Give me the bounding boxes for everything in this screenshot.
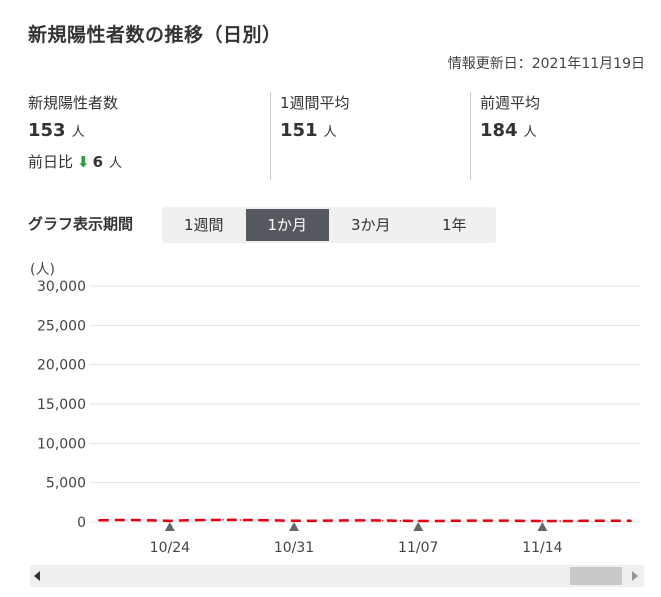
data-point — [240, 519, 242, 521]
data-point — [293, 519, 295, 522]
horizontal-scrollbar[interactable] — [30, 565, 644, 587]
data-point — [630, 519, 632, 522]
scroll-left-icon[interactable] — [34, 571, 40, 581]
stat-new-cases-unit: 人 — [71, 125, 85, 140]
x-tick-marker — [537, 522, 548, 531]
stat-diff: 前日比 ⬇ 6 人 — [28, 152, 270, 174]
data-point — [346, 519, 349, 522]
stat-weekly-average-value: 151 — [280, 120, 318, 141]
stat-new-cases: 新規陽性者数 153 人 前日比 ⬇ 6 人 — [28, 92, 270, 180]
period-button-1-week[interactable]: 1週間 — [162, 209, 246, 241]
data-point — [381, 519, 384, 522]
period-button-1-year[interactable]: 1年 — [413, 209, 497, 241]
y-axis-unit: (人) — [30, 262, 55, 278]
data-point — [470, 519, 473, 522]
update-date: 情報更新日：2021年11月19日 — [447, 56, 645, 72]
data-point — [541, 520, 544, 522]
y-tick-label: 0 — [77, 515, 86, 531]
page-title: 新規陽性者数の推移（日別） — [28, 24, 282, 46]
data-point — [364, 519, 366, 522]
data-point — [115, 519, 118, 521]
data-point — [328, 519, 331, 522]
stat-weekly-average-unit: 人 — [323, 125, 337, 140]
data-point — [417, 520, 420, 522]
scroll-right-icon[interactable] — [632, 571, 638, 581]
period-button-group: 1週間 1か月 3か月 1年 — [162, 207, 496, 243]
data-point — [577, 520, 579, 522]
data-point — [612, 519, 615, 522]
series-layer — [98, 518, 632, 523]
y-tick-label: 20,000 — [37, 358, 86, 374]
x-tick-label: 10/24 — [150, 540, 190, 556]
y-tick-label: 5,000 — [46, 476, 86, 492]
data-point — [399, 519, 402, 522]
data-point — [169, 520, 171, 522]
x-tick-label: 11/07 — [398, 540, 438, 556]
x-tick-marker — [164, 522, 175, 531]
period-label: グラフ表示期間 — [28, 215, 134, 233]
stat-prev-week-average-unit: 人 — [523, 125, 537, 140]
x-tick-label: 11/14 — [522, 540, 562, 556]
stat-prev-week-average: 前週平均 184 人 — [470, 92, 648, 180]
down-arrow-icon: ⬇ — [77, 153, 90, 171]
period-button-1-month[interactable]: 1か月 — [245, 209, 329, 241]
y-tick-label: 25,000 — [37, 318, 86, 334]
data-point — [594, 519, 597, 522]
gridlines — [90, 285, 640, 523]
stat-prev-week-average-value: 184 — [480, 120, 518, 141]
stats-panel: 新規陽性者数 153 人 前日比 ⬇ 6 人 1週間平均 151 人 前週平均 184 人 — [28, 92, 648, 180]
stat-weekly-average: 1週間平均 151 人 — [270, 92, 470, 180]
data-point — [151, 519, 153, 522]
data-point — [310, 520, 313, 522]
x-tick-label: 10/31 — [274, 540, 314, 556]
scrollbar-thumb[interactable] — [570, 567, 622, 585]
data-point — [275, 519, 278, 522]
data-point — [204, 519, 207, 521]
stat-new-cases-label: 新規陽性者数 — [28, 94, 119, 112]
x-tick-marker — [289, 522, 300, 531]
stat-diff-unit: 人 — [109, 156, 123, 171]
stat-weekly-average-value-row: 151 人 — [280, 120, 470, 144]
data-point — [435, 520, 437, 522]
y-tick-label: 15,000 — [37, 397, 86, 413]
data-point — [488, 519, 490, 522]
stat-weekly-average-label: 1週間平均 — [280, 94, 350, 112]
stat-prev-week-average-value-row: 184 人 — [480, 120, 648, 144]
y-axis: 30,000 25,000 20,000 15,000 10,000 5,000 0 — [37, 279, 86, 531]
y-tick-label: 30,000 — [37, 279, 86, 295]
stat-diff-label: 前日比 — [28, 153, 74, 171]
stat-new-cases-value-row: 153 人 — [28, 120, 270, 144]
stat-prev-week-average-label: 前週平均 — [480, 94, 541, 112]
data-point — [523, 520, 526, 522]
data-point — [133, 519, 136, 521]
x-tick-marker — [413, 522, 424, 531]
period-button-3-months[interactable]: 3か月 — [329, 209, 413, 241]
chart-area: (人) 30,000 25,000 20,000 15,000 10,000 5,000 0… — [30, 262, 640, 556]
x-axis: 10/24 10/31 11/07 11/14 — [150, 522, 563, 556]
data-point — [222, 518, 224, 521]
data-point — [98, 519, 100, 521]
stat-new-cases-value: 153 — [28, 120, 66, 141]
data-point — [186, 519, 189, 522]
stat-diff-value: 6 — [92, 153, 104, 171]
y-tick-label: 10,000 — [37, 436, 86, 452]
data-point — [506, 519, 508, 522]
data-point — [559, 520, 561, 522]
data-point — [452, 519, 455, 522]
data-point — [257, 519, 260, 521]
